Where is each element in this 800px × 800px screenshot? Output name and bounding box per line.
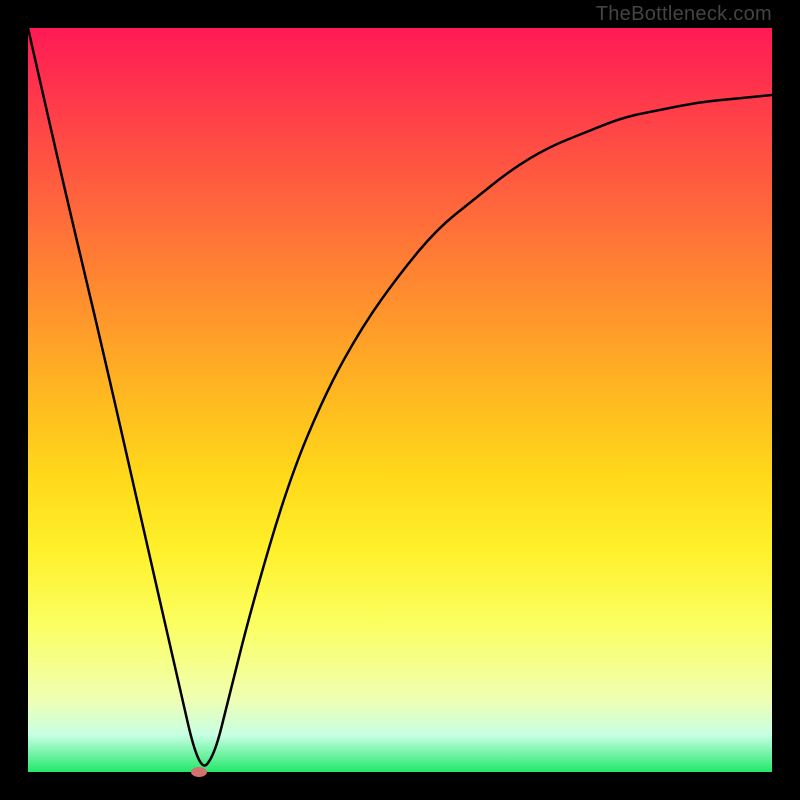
bottleneck-curve <box>28 28 772 766</box>
plot-area <box>28 28 772 772</box>
watermark-text: TheBottleneck.com <box>596 3 772 26</box>
watermark: TheBottleneck.com <box>596 2 772 26</box>
chart-frame: TheBottleneck.com <box>0 0 800 800</box>
minimum-marker <box>191 767 207 777</box>
curve-svg <box>28 28 772 772</box>
